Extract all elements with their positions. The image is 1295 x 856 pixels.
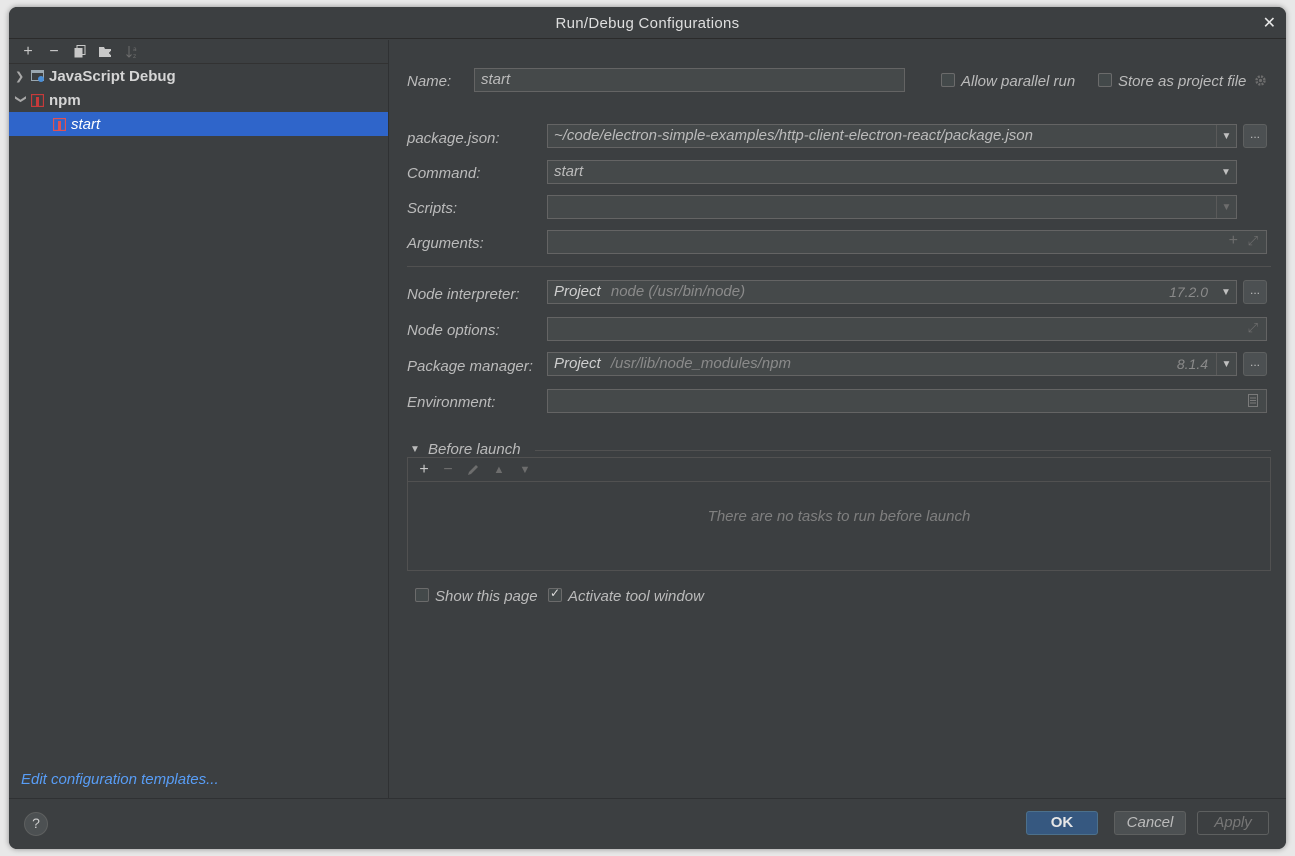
browse-package-json-button[interactable]: ... [1243,124,1267,148]
ok-button[interactable]: OK [1026,811,1098,835]
command-select[interactable]: start ▼ [547,160,1237,184]
name-input[interactable]: start [474,68,905,92]
configuration-form: Name: start Allow parallel run Store as … [390,40,1286,798]
chevron-down-icon[interactable]: ▼ [1216,161,1236,183]
npm-icon [31,93,45,107]
dialog-footer: ? OK Cancel Apply [9,798,1286,849]
chevron-down-icon[interactable]: ▼ [1216,281,1236,303]
expand-icon[interactable]: ⤢ [1248,233,1258,249]
chevron-down-icon[interactable]: ❯ [15,94,28,106]
npm-icon [53,117,67,131]
new-folder-icon[interactable] [93,41,119,63]
activate-tool-window-label: Activate tool window [568,588,704,605]
svg-text:a: a [133,46,137,53]
add-icon[interactable]: + [1229,232,1238,250]
chevron-down-icon[interactable]: ▼ [1216,353,1236,375]
javascript-debug-icon [31,69,45,83]
node-interpreter-main: Project [554,283,601,300]
node-interpreter-version: 17.2.0 [1169,284,1208,300]
cancel-button[interactable]: Cancel [1114,811,1186,835]
copy-configuration-icon[interactable] [67,41,93,63]
tree-item-label: JavaScript Debug [49,67,176,85]
environment-label: Environment: [407,394,496,411]
add-configuration-icon[interactable]: + [15,41,41,63]
browse-node-interpreter-button[interactable]: ... [1243,280,1267,304]
browse-package-manager-button[interactable]: ... [1243,352,1267,376]
node-interpreter-hint: node (/usr/bin/node) [610,283,746,300]
tree-item-javascript-debug[interactable]: ❯ JavaScript Debug [9,64,388,88]
arguments-label: Arguments: [407,235,484,252]
allow-parallel-run-checkbox[interactable] [941,73,955,87]
edit-configuration-templates-link[interactable]: Edit configuration templates... [21,771,219,788]
chevron-down-icon[interactable]: ▼ [1216,125,1236,147]
package-manager-main: Project [554,355,601,372]
show-this-page-label: Show this page [435,588,538,605]
package-json-value: ~/code/electron-simple-examples/http-cli… [554,127,1033,144]
chevron-right-icon[interactable]: ❯ [9,70,27,83]
chevron-down-icon[interactable]: ▼ [1216,196,1236,218]
tree-item-label: npm [49,91,81,109]
separator [407,266,1271,267]
package-json-label: package.json: [407,130,500,147]
activate-tool-window-checkbox[interactable] [548,586,562,602]
configurations-sidebar: + − az ❯ JavaScript Debug ❯ npm start Ed… [9,40,389,798]
move-up-icon[interactable]: ▲ [486,459,512,481]
package-manager-label: Package manager: [407,358,533,375]
environment-input[interactable] [547,389,1267,413]
tree-item-start[interactable]: start [9,112,388,136]
command-value: start [554,163,584,180]
name-label: Name: [407,73,452,90]
show-this-page-checkbox[interactable] [415,588,429,602]
allow-parallel-run-label: Allow parallel run [961,73,1076,90]
before-launch-toolbar: + − ▲ ▼ [408,458,1270,482]
dialog-title: Run/Debug Configurations [555,15,740,32]
document-icon[interactable] [1248,394,1258,407]
package-manager-select[interactable]: Project /usr/lib/node_modules/npm 8.1.4 … [547,352,1237,376]
close-icon[interactable]: ✕ [1263,13,1276,33]
run-debug-configurations-dialog: Run/Debug Configurations ✕ + − az ❯ Java… [9,7,1286,849]
expand-icon[interactable]: ⤢ [1248,320,1258,336]
node-options-input[interactable]: ⤢ [547,317,1267,341]
package-json-select[interactable]: ~/code/electron-simple-examples/http-cli… [547,124,1237,148]
collapse-triangle-icon[interactable]: ▼ [410,444,420,455]
node-interpreter-select[interactable]: Project node (/usr/bin/node) 17.2.0 ▼ [547,280,1237,304]
separator [535,450,1271,451]
scripts-label: Scripts: [407,200,458,217]
command-label: Command: [407,165,481,182]
svg-text:z: z [133,53,136,59]
scripts-select[interactable]: ▼ [547,195,1237,219]
help-button[interactable]: ? [24,812,48,836]
before-launch-panel: + − ▲ ▼ There are no tasks to run before… [407,457,1271,571]
node-options-label: Node options: [407,322,500,339]
edit-task-icon[interactable] [460,459,486,481]
node-interpreter-label: Node interpreter: [407,286,520,303]
apply-button[interactable]: Apply [1197,811,1269,835]
gear-icon[interactable] [1254,74,1267,87]
sidebar-toolbar: + − az [9,40,388,64]
sort-icon[interactable]: az [119,41,145,63]
package-manager-hint: /usr/lib/node_modules/npm [610,355,791,372]
move-down-icon[interactable]: ▼ [512,459,538,481]
store-as-project-file-label: Store as project file [1118,73,1247,90]
title-bar: Run/Debug Configurations ✕ [9,7,1286,39]
arguments-input[interactable]: + ⤢ [547,230,1267,254]
before-launch-title[interactable]: Before launch [428,441,521,458]
remove-configuration-icon[interactable]: − [41,41,67,63]
add-task-icon[interactable]: + [412,459,436,481]
store-as-project-file-checkbox[interactable] [1098,73,1112,87]
package-manager-version: 8.1.4 [1176,356,1208,372]
before-launch-empty-text: There are no tasks to run before launch [707,508,971,525]
remove-task-icon[interactable]: − [436,459,460,481]
tree-item-label: start [71,115,101,133]
tree-item-npm[interactable]: ❯ npm [9,88,388,112]
